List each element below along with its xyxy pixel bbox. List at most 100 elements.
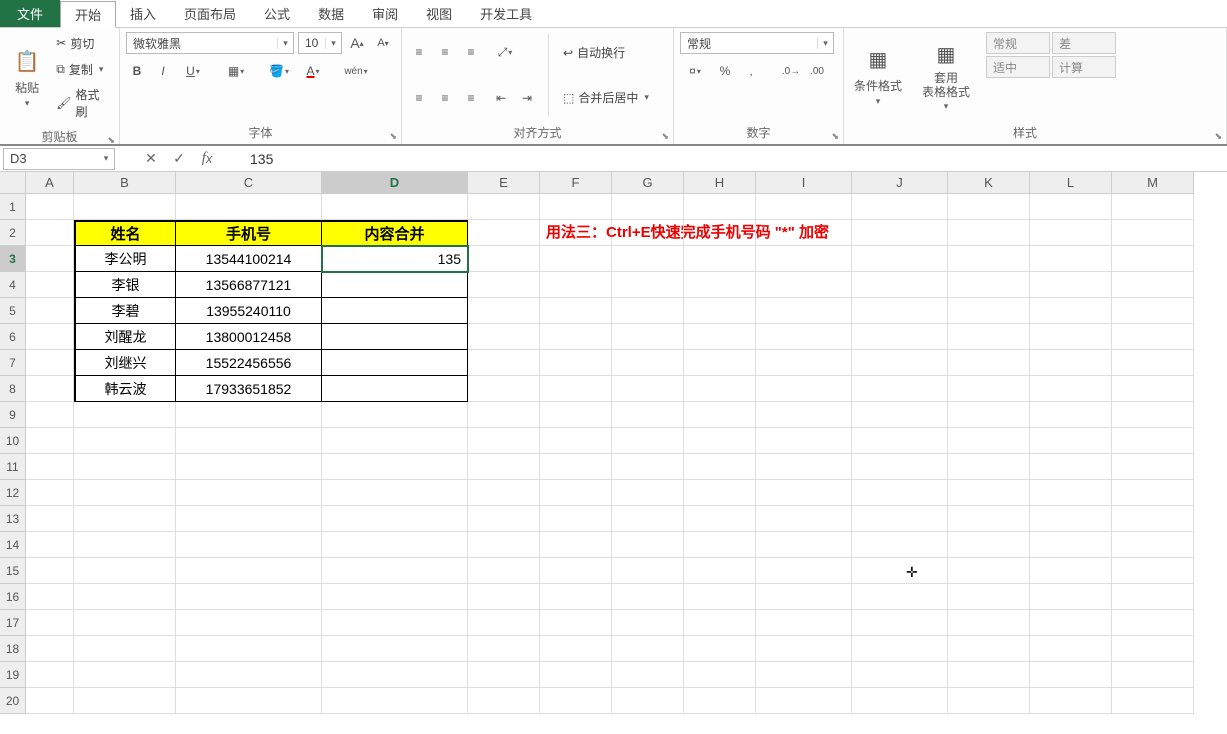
cell[interactable]: [948, 220, 1030, 246]
cell[interactable]: [1112, 688, 1194, 714]
cell[interactable]: [322, 480, 468, 506]
cell[interactable]: [852, 402, 948, 428]
cell[interactable]: [612, 220, 684, 246]
conditional-format-button[interactable]: ▦ 条件格式▾: [850, 32, 906, 118]
cell[interactable]: [756, 558, 852, 584]
cell[interactable]: [26, 428, 74, 454]
row-header[interactable]: 2: [0, 220, 26, 246]
cell[interactable]: 李银: [74, 272, 176, 298]
align-center-button[interactable]: ≡: [434, 87, 456, 109]
cell[interactable]: [852, 454, 948, 480]
cell[interactable]: [1112, 298, 1194, 324]
cell[interactable]: [26, 246, 74, 272]
col-header[interactable]: A: [26, 172, 74, 194]
comma-button[interactable]: ,: [740, 60, 762, 82]
cell[interactable]: [1030, 506, 1112, 532]
cell[interactable]: [756, 428, 852, 454]
cell[interactable]: [540, 298, 612, 324]
cell[interactable]: [756, 506, 852, 532]
cell[interactable]: [322, 324, 468, 350]
cell[interactable]: [176, 662, 322, 688]
cell[interactable]: [756, 298, 852, 324]
cell[interactable]: [684, 454, 756, 480]
cell[interactable]: [612, 480, 684, 506]
cell[interactable]: [852, 688, 948, 714]
cell[interactable]: [74, 688, 176, 714]
cell[interactable]: [684, 506, 756, 532]
cell[interactable]: [948, 506, 1030, 532]
cell[interactable]: [26, 584, 74, 610]
cell[interactable]: [948, 558, 1030, 584]
cell[interactable]: [468, 428, 540, 454]
cell[interactable]: [1030, 324, 1112, 350]
cell[interactable]: [26, 506, 74, 532]
cell[interactable]: [852, 636, 948, 662]
tab-review[interactable]: 审阅: [358, 0, 412, 27]
cell[interactable]: [756, 584, 852, 610]
row-header[interactable]: 7: [0, 350, 26, 376]
cell[interactable]: [948, 480, 1030, 506]
cell[interactable]: [756, 194, 852, 220]
fill-color-button[interactable]: 🪣▾: [264, 60, 294, 82]
cell[interactable]: [852, 506, 948, 532]
cell[interactable]: [74, 506, 176, 532]
cell[interactable]: [684, 298, 756, 324]
cell[interactable]: [852, 610, 948, 636]
format-as-table-button[interactable]: ▦ 套用 表格格式▾: [914, 32, 978, 118]
cell[interactable]: [1112, 532, 1194, 558]
cell[interactable]: [1030, 584, 1112, 610]
cell[interactable]: [1030, 350, 1112, 376]
cell[interactable]: [26, 636, 74, 662]
cell[interactable]: 135: [322, 246, 468, 272]
cell[interactable]: [26, 558, 74, 584]
font-size-combo[interactable]: 10▾: [298, 32, 342, 54]
cell[interactable]: [1030, 480, 1112, 506]
cell[interactable]: [468, 376, 540, 402]
tab-developer[interactable]: 开发工具: [466, 0, 546, 27]
cell[interactable]: [540, 688, 612, 714]
cell[interactable]: [540, 324, 612, 350]
align-middle-button[interactable]: ≡: [434, 41, 456, 63]
cell[interactable]: [684, 662, 756, 688]
cell[interactable]: [684, 220, 756, 246]
cell[interactable]: [468, 584, 540, 610]
cell[interactable]: [612, 610, 684, 636]
cell[interactable]: [684, 558, 756, 584]
insert-function-button[interactable]: fx: [194, 148, 220, 170]
cell[interactable]: [948, 636, 1030, 662]
cell[interactable]: [948, 402, 1030, 428]
col-header[interactable]: C: [176, 172, 322, 194]
cell[interactable]: [1030, 428, 1112, 454]
cell[interactable]: [540, 428, 612, 454]
cell[interactable]: [468, 194, 540, 220]
cell[interactable]: [684, 428, 756, 454]
cell[interactable]: 刘继兴: [74, 350, 176, 376]
cell[interactable]: [74, 402, 176, 428]
col-header[interactable]: L: [1030, 172, 1112, 194]
cell[interactable]: [948, 194, 1030, 220]
cell[interactable]: [468, 506, 540, 532]
cell[interactable]: [540, 636, 612, 662]
cell[interactable]: [1030, 636, 1112, 662]
align-bottom-button[interactable]: ≡: [460, 41, 482, 63]
cell[interactable]: [26, 298, 74, 324]
align-left-button[interactable]: ≡: [408, 87, 430, 109]
col-header[interactable]: F: [540, 172, 612, 194]
row-header[interactable]: 12: [0, 480, 26, 506]
cell[interactable]: [1030, 376, 1112, 402]
cell[interactable]: [26, 272, 74, 298]
tab-pagelayout[interactable]: 页面布局: [170, 0, 250, 27]
cell[interactable]: [948, 532, 1030, 558]
col-header[interactable]: M: [1112, 172, 1194, 194]
col-header[interactable]: J: [852, 172, 948, 194]
name-box[interactable]: D3 ▾: [3, 148, 115, 170]
cell[interactable]: 李公明: [74, 246, 176, 272]
cell[interactable]: [74, 454, 176, 480]
row-header[interactable]: 17: [0, 610, 26, 636]
cell[interactable]: [1112, 220, 1194, 246]
cell[interactable]: [684, 272, 756, 298]
cell[interactable]: [468, 688, 540, 714]
cell[interactable]: [540, 610, 612, 636]
select-all-corner[interactable]: [0, 172, 26, 194]
cell[interactable]: [176, 610, 322, 636]
